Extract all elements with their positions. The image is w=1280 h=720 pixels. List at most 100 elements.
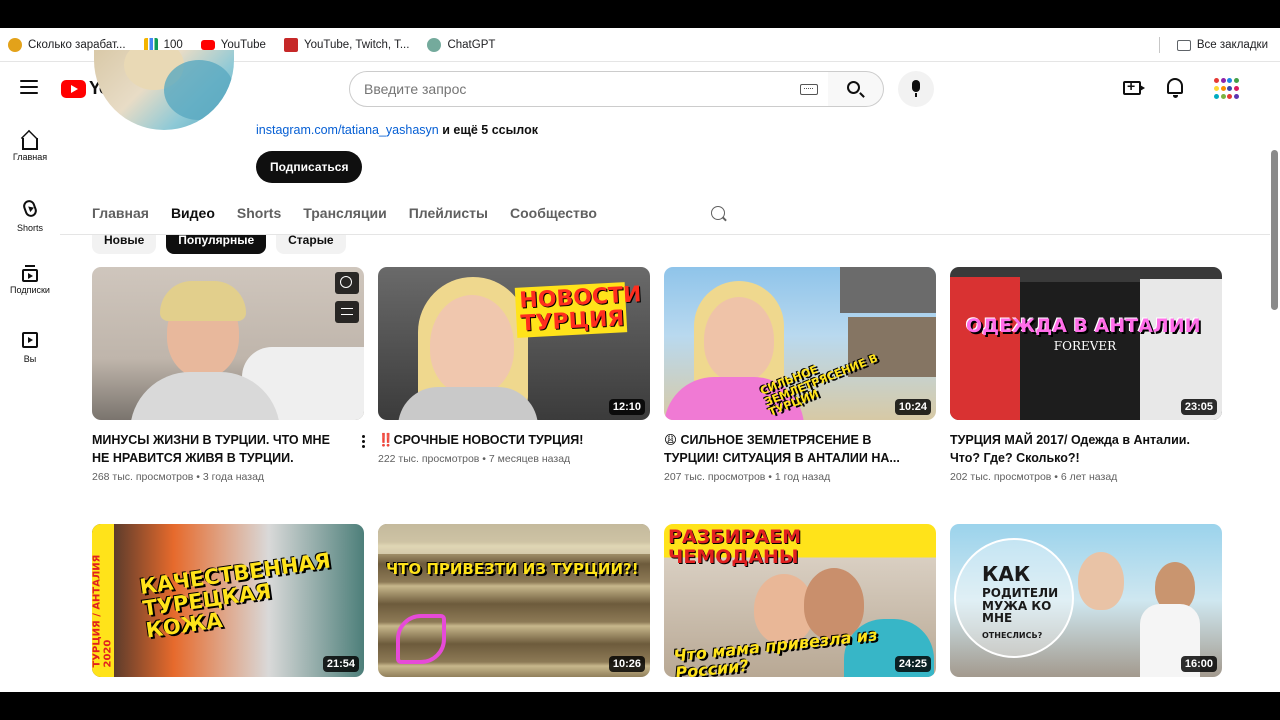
bookmark-label: YouTube (220, 38, 266, 51)
youtube-icon (200, 39, 215, 50)
tab-live[interactable]: Трансляции (303, 205, 386, 221)
video-title[interactable]: МИНУСЫ ЖИЗНИ В ТУРЦИИ. ЧТО МНЕ НЕ НРАВИТ… (92, 431, 350, 467)
thumbnail-caption: РАЗБИРАЕМ ЧЕМОДАНЫ (668, 526, 802, 568)
view-count: 202 тыс. просмотров (950, 471, 1052, 483)
video-card[interactable]: ТУРЦИЯ / АНТАЛИЯ 2020 КАЧЕСТВЕННАЯ ТУРЕЦ… (92, 524, 364, 677)
thumbnail-caption: КАЧЕСТВЕННАЯ ТУРЕЦКАЯ КОЖА (138, 548, 333, 643)
tab-videos[interactable]: Видео (171, 205, 215, 221)
view-count: 207 тыс. просмотров (664, 471, 766, 483)
flower-icon (396, 614, 446, 664)
sidebar-item-label: Подписки (10, 285, 50, 295)
instagram-link[interactable]: instagram.com/tatiana_yashasyn (256, 123, 439, 137)
video-thumbnail[interactable]: ТУРЦИЯ / АНТАЛИЯ 2020 КАЧЕСТВЕННАЯ ТУРЕЦ… (92, 524, 364, 677)
bookmark-label: ChatGPT (447, 38, 496, 51)
tabs-divider (60, 234, 1270, 235)
create-video-icon[interactable] (1123, 78, 1145, 95)
watch-later-icon[interactable] (335, 272, 359, 294)
video-meta: 222 тыс. просмотров • 7 месяцев назад (378, 453, 571, 465)
channel-avatar[interactable] (94, 50, 234, 130)
keyboard-icon[interactable] (800, 84, 818, 95)
video-duration: 10:26 (608, 656, 645, 672)
folder-icon (1176, 39, 1191, 51)
video-duration: 10:24 (894, 399, 931, 415)
bookmark-label: 100 (163, 38, 183, 51)
thumbnail-subcaption: РОДИТЕЛИ МУЖА КО МНЕ (982, 586, 1059, 626)
page-scrollbar[interactable] (1271, 150, 1278, 310)
video-card[interactable]: КАК РОДИТЕЛИ МУЖА КО МНЕ ОТНЕСЛИСЬ? 16:0… (950, 524, 1222, 677)
video-card[interactable]: МИНУСЫ ЖИЗНИ В ТУРЦИИ. ЧТО МНЕ НЕ НРАВИТ… (92, 267, 366, 483)
thumbnail-caption: НОВОСТИ ТУРЦИЯ (514, 282, 642, 339)
sidebar-item-shorts[interactable]: Shorts (0, 198, 60, 233)
sidebar-item-label: Вы (23, 354, 37, 364)
video-duration: 21:54 (322, 656, 359, 672)
channel-tabs: Главная Видео Shorts Трансляции Плейлист… (92, 195, 725, 231)
video-thumbnail[interactable]: РАЗБИРАЕМ ЧЕМОДАНЫ Что мама привезла из … (664, 524, 936, 677)
chatgpt-icon (427, 37, 442, 52)
search-box (349, 71, 829, 107)
bookmark-label: Сколько зарабат... (28, 38, 126, 51)
youtube-play-icon (61, 79, 86, 98)
video-thumbnail[interactable]: ЧТО ПРИВЕЗТИ ИЗ ТУРЦИИ?! 10:26 (378, 524, 650, 677)
tab-community[interactable]: Сообщество (510, 205, 597, 221)
sidebar-item-label: Главная (12, 152, 48, 162)
video-card[interactable]: FOREVER ОДЕЖДА В АНТАЛИИ 23:05 ТУРЦИЯ МА… (950, 267, 1222, 483)
sidebar-item-you[interactable]: Вы (0, 332, 60, 364)
video-thumbnail[interactable]: СИЛЬНОЕ ЗЕМЛЕТРЯСЕНИЕ В ТУРЦИИ 10:24 (664, 267, 936, 420)
channel-search-icon[interactable] (710, 206, 725, 220)
video-thumbnail[interactable]: КАК РОДИТЕЛИ МУЖА КО МНЕ ОТНЕСЛИСЬ? 16:0… (950, 524, 1222, 677)
menu-icon[interactable] (20, 80, 38, 94)
chart-icon (283, 37, 298, 52)
bell-icon[interactable] (1167, 78, 1183, 98)
shorts-icon (21, 198, 39, 219)
bookmarks-separator (1159, 37, 1160, 53)
video-title[interactable]: ТУРЦИЯ МАЙ 2017/ Одежда в Анталии. Что? … (950, 431, 1208, 467)
sidebar-item-label: Shorts (16, 223, 43, 233)
you-icon (22, 332, 38, 348)
more-links[interactable]: и ещё 5 ссылок (439, 123, 538, 137)
tab-playlists[interactable]: Плейлисты (409, 205, 488, 221)
all-bookmarks-button[interactable]: Все закладки (1176, 28, 1268, 62)
tshirt-print: FOREVER (1053, 339, 1117, 353)
thumbnail-caption: ЧТО ПРИВЕЗТИ ИЗ ТУРЦИИ?! (386, 560, 639, 578)
thumbnail-subcaption-2: ОТНЕСЛИСЬ? (982, 631, 1043, 640)
upload-age: 6 лет назад (1060, 471, 1118, 483)
bookmark-4[interactable]: YouTube, Twitch, T... (283, 37, 410, 52)
sidebar-item-home[interactable]: Главная (0, 134, 60, 162)
video-title[interactable]: ‼️СРОЧНЫЕ НОВОСТИ ТУРЦИЯ! (378, 431, 636, 449)
bookmark-label: YouTube, Twitch, T... (303, 38, 410, 51)
video-thumbnail[interactable] (92, 267, 364, 420)
search-button[interactable] (828, 71, 884, 107)
video-card[interactable]: НОВОСТИ ТУРЦИЯ 12:10 ‼️СРОЧНЫЕ НОВОСТИ Т… (378, 267, 650, 465)
more-options-icon[interactable] (362, 435, 366, 449)
video-card[interactable]: ЧТО ПРИВЕЗТИ ИЗ ТУРЦИИ?! 10:26 (378, 524, 650, 677)
video-thumbnail[interactable]: НОВОСТИ ТУРЦИЯ 12:10 (378, 267, 650, 420)
voice-search-button[interactable] (898, 71, 934, 107)
video-card[interactable]: СИЛЬНОЕ ЗЕМЛЕТРЯСЕНИЕ В ТУРЦИИ 10:24 😩 С… (664, 267, 936, 483)
view-count: 222 тыс. просмотров (378, 453, 480, 465)
video-meta: 207 тыс. просмотров • 1 год назад (664, 471, 831, 483)
channel-links: instagram.com/tatiana_yashasyn и ещё 5 с… (256, 123, 538, 137)
video-title[interactable]: 😩 СИЛЬНОЕ ЗЕМЛЕТРЯСЕНИЕ В ТУРЦИИ! СИТУАЦ… (664, 431, 922, 467)
video-meta: 268 тыс. просмотров • 3 года назад (92, 471, 265, 483)
all-bookmarks-label: Все закладки (1196, 39, 1268, 51)
video-thumbnail[interactable]: FOREVER ОДЕЖДА В АНТАЛИИ 23:05 (950, 267, 1222, 420)
mic-icon (912, 80, 920, 97)
video-meta: 202 тыс. просмотров • 6 лет назад (950, 471, 1118, 483)
sidebar-item-subscriptions[interactable]: Подписки (0, 265, 60, 295)
avatar[interactable] (1212, 76, 1239, 102)
add-to-queue-icon[interactable] (335, 301, 359, 323)
tab-shorts[interactable]: Shorts (237, 205, 281, 221)
piggy-icon (8, 37, 22, 52)
video-duration: 16:00 (1180, 656, 1217, 672)
search-input[interactable] (364, 81, 784, 97)
upload-age: 7 месяцев назад (488, 453, 571, 465)
subscribe-button[interactable]: Подписаться (256, 151, 363, 183)
upload-age: 1 год назад (774, 471, 831, 483)
tab-home[interactable]: Главная (92, 205, 149, 221)
upload-age: 3 года назад (202, 471, 265, 483)
bookmark-5[interactable]: ChatGPT (427, 37, 496, 52)
thumbnail-caption: ОДЕЖДА В АНТАЛИИ (966, 315, 1201, 337)
home-icon (22, 138, 38, 150)
bookmark-3[interactable]: YouTube (200, 38, 266, 51)
video-card[interactable]: РАЗБИРАЕМ ЧЕМОДАНЫ Что мама привезла из … (664, 524, 936, 677)
